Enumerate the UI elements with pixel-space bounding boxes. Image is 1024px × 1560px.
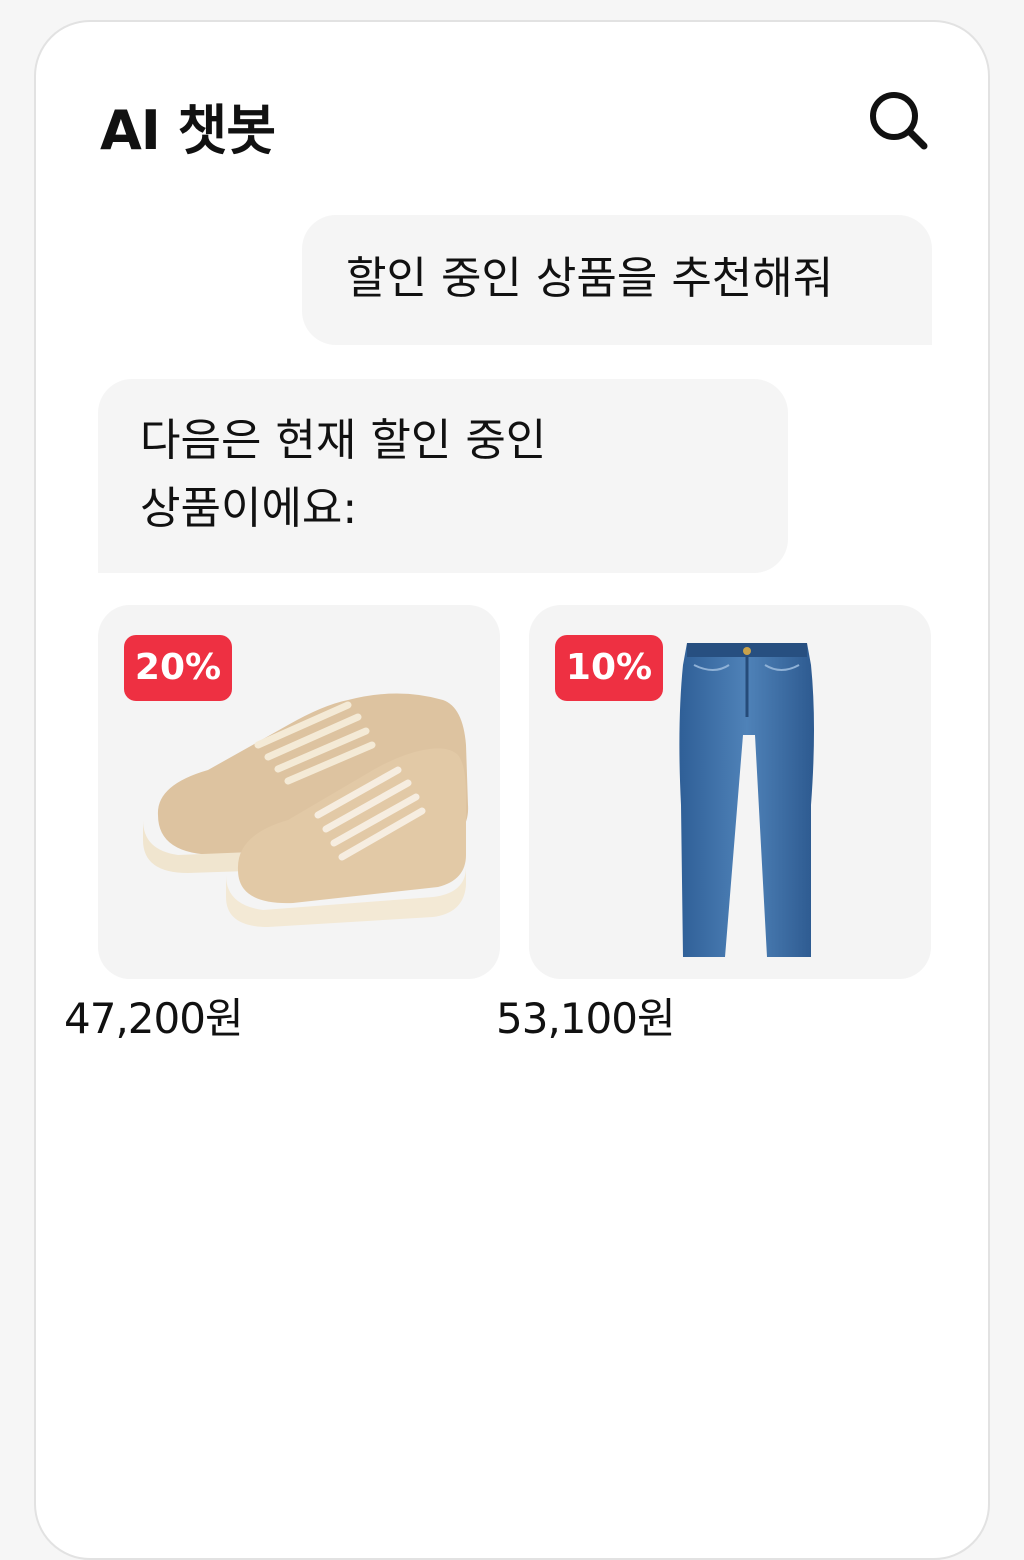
page-title: AI 챗봇 (100, 99, 276, 162)
user-message-text: 할인 중인 상품을 추천해줘 (346, 253, 834, 304)
product-price: 53,100원 (496, 994, 676, 1043)
bot-message-text: 다음은 현재 할인 중인 상품이에요: (140, 415, 547, 534)
header: AI 챗봇 (36, 22, 988, 202)
product-card-jeans[interactable]: 10% (529, 605, 931, 979)
product-price: 47,200원 (64, 994, 244, 1043)
chat-screen: AI 챗봇 할인 중인 상품을 추천해줘 다음은 현재 할인 중인 상품이에요:… (34, 20, 990, 1560)
user-message-bubble: 할인 중인 상품을 추천해줘 (302, 215, 932, 345)
search-button[interactable] (866, 88, 930, 152)
discount-badge: 20% (124, 635, 232, 701)
bot-message-bubble: 다음은 현재 할인 중인 상품이에요: (98, 379, 788, 573)
search-icon (870, 92, 928, 150)
discount-badge: 10% (555, 635, 663, 701)
product-card-sneakers[interactable]: 20% (98, 605, 500, 979)
